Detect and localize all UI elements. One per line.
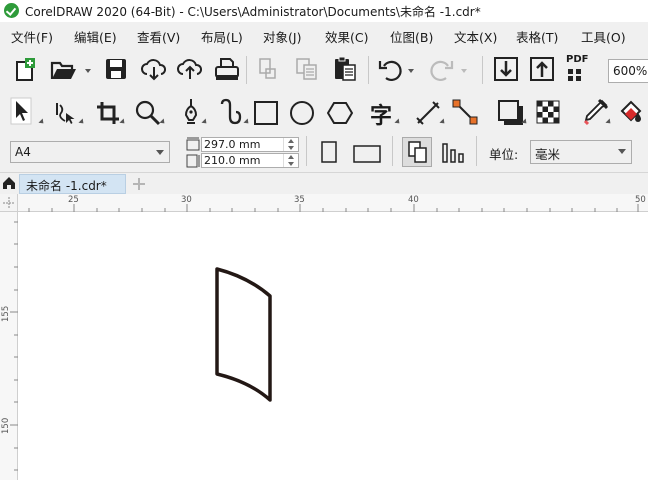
drawing-canvas[interactable] [18,212,648,480]
menu-edit[interactable]: 编辑(E) [74,27,117,46]
ruler-label: 50 [635,195,646,205]
zoom-level-field[interactable]: 600% [608,59,648,83]
coreldraw-logo-icon [4,3,19,18]
paste-icon[interactable] [333,56,357,82]
menu-file[interactable]: 文件(F) [11,27,53,46]
page-height-value: 210.0 mm [204,154,261,167]
rectangle-tool-icon[interactable] [253,100,279,126]
propbar-separator [306,136,307,166]
eyedropper-tool-icon[interactable] [582,98,608,126]
ruler-label: 35 [294,195,305,205]
toolbox: 字 [0,92,648,223]
ruler-label: 40 [408,195,419,205]
menu-object[interactable]: 对象(J) [263,27,301,46]
propbar-separator [392,136,393,166]
cloud-download-icon[interactable] [140,57,168,81]
chevron-down-icon [156,150,164,155]
menu-layout[interactable]: 布局(L) [201,27,243,46]
flyout-indicator [243,118,251,126]
add-tab-icon[interactable] [128,176,150,192]
pen-tool-icon[interactable] [178,97,204,125]
document-tab[interactable]: 未命名 -1.cdr* [19,174,126,194]
page-height-field[interactable]: 210.0 mm [201,153,299,168]
menu-bar: 文件(F) 编辑(E) 查看(V) 布局(L) 对象(J) 效果(C) 位图(B… [0,22,648,48]
page-height-icon [186,154,200,168]
toolbar-separator [246,56,247,84]
import-icon[interactable] [493,56,519,82]
freehand-pick-tool-icon[interactable] [52,100,78,126]
ruler-origin[interactable] [0,194,18,212]
undo-icon[interactable] [378,58,404,82]
landscape-orientation-icon[interactable] [352,144,382,164]
fill-tool-icon[interactable] [618,98,646,126]
menu-effects[interactable]: 效果(C) [325,27,368,46]
chevron-down-icon [618,149,626,154]
new-document-icon[interactable] [12,56,38,82]
flyout-indicator [394,118,402,126]
menu-view[interactable]: 查看(V) [137,27,180,46]
drawn-shape [215,267,272,402]
page-width-icon [186,137,200,151]
cloud-upload-icon[interactable] [176,57,204,81]
vertical-ruler[interactable]: 155 150 [0,212,18,480]
menu-bitmaps[interactable]: 位图(B) [390,27,433,46]
menu-text[interactable]: 文本(X) [454,27,497,46]
document-tab-bar: 未命名 -1.cdr* [0,172,648,195]
ruler-label: 150 [1,417,11,434]
undo-dropdown-arrow[interactable] [408,69,414,73]
portrait-orientation-icon[interactable] [320,140,338,164]
horizontal-ruler[interactable]: 25 30 35 40 50 [18,194,648,212]
ruler-label: 30 [181,195,192,205]
pick-tool-icon[interactable] [10,97,32,125]
transparency-tool-icon[interactable] [536,100,560,124]
cut-icon[interactable] [257,57,279,81]
ruler-label: 155 [1,305,11,322]
title-bar: CorelDRAW 2020 (64-Bit) - C:\Users\Admin… [0,0,648,22]
print-icon[interactable] [214,56,240,82]
export-icon[interactable] [529,56,555,82]
menu-tools[interactable]: 工具(O) [581,27,626,46]
spiral-tool-icon[interactable] [218,98,244,126]
menu-table[interactable]: 表格(T) [516,27,558,46]
copy-icon[interactable] [295,57,319,81]
standard-toolbar: PDF 600% [0,48,648,92]
page-height-spinner[interactable] [283,154,298,167]
propbar-separator [476,136,477,166]
redo-dropdown-arrow[interactable] [461,69,467,73]
units-value: 毫米 [535,147,561,162]
units-select[interactable]: 毫米 [530,140,632,164]
paper-size-value: A4 [15,145,31,159]
text-tool-icon[interactable]: 字 [370,98,392,130]
ellipse-tool-icon[interactable] [289,100,315,126]
all-pages-button[interactable] [402,137,432,167]
document-tab-label: 未命名 -1.cdr* [26,179,107,193]
flyout-indicator [38,118,46,126]
ruler-label: 25 [68,195,79,205]
open-icon[interactable] [50,59,78,81]
toolbar-separator [482,56,483,84]
toolbar-separator [368,56,369,84]
connector-tool-icon[interactable] [451,98,479,126]
polygon-tool-icon[interactable] [327,100,353,126]
redo-icon[interactable] [428,58,454,82]
flyout-indicator [78,118,86,126]
pdf-label: PDF [566,54,589,65]
page-width-field[interactable]: 297.0 mm [201,137,299,152]
page-width-spinner[interactable] [283,138,298,151]
save-icon[interactable] [104,57,128,81]
units-label: 单位: [489,147,519,162]
open-dropdown-arrow[interactable] [85,69,91,73]
paper-size-select[interactable]: A4 [10,141,170,163]
crop-tool-icon[interactable] [95,100,121,126]
zoom-tool-icon[interactable] [134,99,162,127]
page-width-value: 297.0 mm [204,138,261,151]
current-page-icon[interactable] [440,140,468,164]
window-title: CorelDRAW 2020 (64-Bit) - C:\Users\Admin… [25,5,481,19]
home-icon[interactable] [2,176,16,193]
publish-pdf-icon[interactable]: PDF [565,54,595,84]
